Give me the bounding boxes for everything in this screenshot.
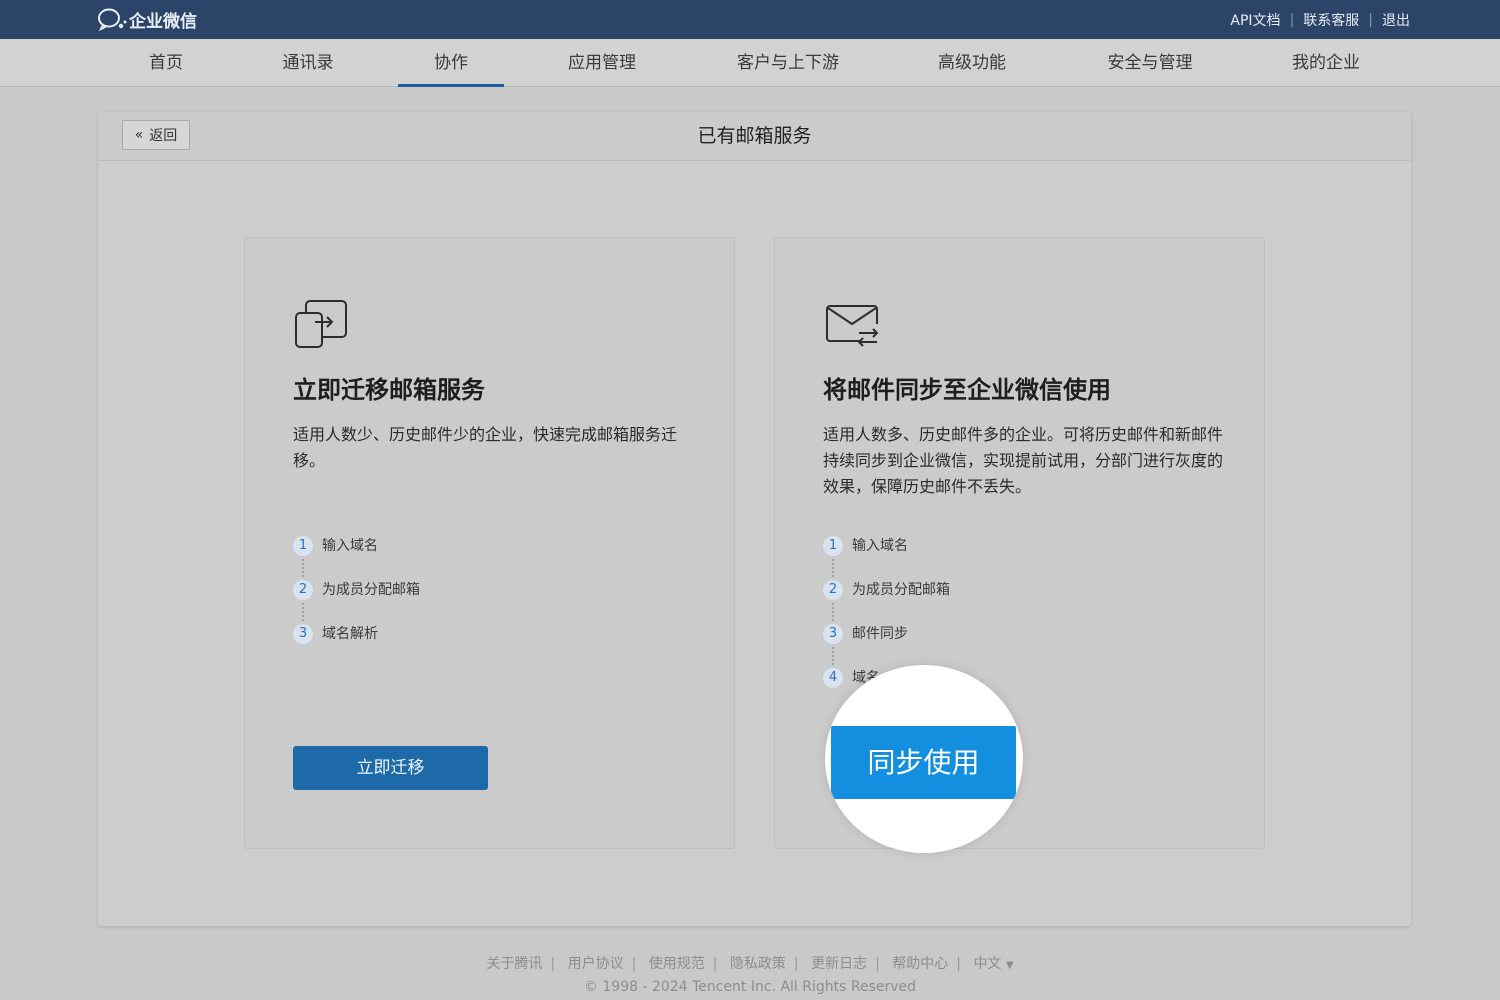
migrate-icon (295, 300, 347, 348)
double-chevron-left-icon: « (134, 127, 144, 143)
step-connector (302, 559, 304, 577)
divider: | (793, 956, 799, 972)
nav-item-advanced[interactable]: 高级功能 (926, 39, 1018, 87)
step-label: 输入域名 (852, 538, 908, 554)
step-number: 4 (823, 668, 843, 688)
step-number: 2 (293, 580, 313, 600)
footer-link-privacy[interactable]: 隐私政策 (730, 956, 786, 972)
card-description: 适用人数多、历史邮件多的企业。可将历史邮件和新邮件持续同步到企业微信，实现提前试… (823, 425, 1224, 496)
logout-link[interactable]: 退出 (1382, 10, 1410, 30)
step-number: 3 (823, 624, 843, 644)
card-title: 将邮件同步至企业微信使用 (823, 376, 1111, 404)
step-item: 2 为成员分配邮箱 (293, 580, 420, 624)
migrate-now-button[interactable]: 立即迁移 (293, 746, 488, 790)
step-number: 3 (293, 624, 313, 644)
language-label: 中文 (973, 956, 1002, 972)
nav-item-home[interactable]: 首页 (132, 39, 200, 87)
step-item: 1 输入域名 (823, 536, 950, 580)
step-connector (832, 603, 834, 621)
panel-header: 已有邮箱服务 « 返回 (98, 112, 1411, 161)
divider: | (1368, 11, 1373, 28)
top-bar: 企业微信 API文档 | 联系客服 | 退出 (0, 0, 1500, 39)
footer-link-about[interactable]: 关于腾讯 (486, 956, 542, 972)
nav-item-customers[interactable]: 客户与上下游 (724, 39, 852, 87)
card-title: 立即迁移邮箱服务 (293, 376, 485, 404)
content-panel: 已有邮箱服务 « 返回 立即迁移邮箱服务 适用人数少、历史邮件少的企业，快速完成… (98, 112, 1411, 926)
footer-link-usage-rules[interactable]: 使用规范 (649, 956, 705, 972)
nav-item-security[interactable]: 安全与管理 (1094, 39, 1206, 87)
mail-sync-icon (826, 305, 879, 347)
step-connector (832, 559, 834, 577)
language-select[interactable]: 中文 ▼ (973, 956, 1013, 972)
step-item: 3 邮件同步 (823, 624, 950, 668)
card-description: 适用人数少、历史邮件少的企业，快速完成邮箱服务迁移。 (293, 425, 678, 470)
step-connector (832, 647, 834, 665)
divider: | (875, 956, 880, 972)
step-item: 2 为成员分配邮箱 (823, 580, 950, 624)
wecom-logo-icon (98, 8, 127, 31)
caret-down-icon: ▼ (1005, 960, 1014, 971)
step-connector (302, 603, 304, 621)
header-links: API文档 | 联系客服 | 退出 (1230, 0, 1410, 39)
divider: | (631, 956, 637, 972)
footer-link-changelog[interactable]: 更新日志 (811, 956, 867, 972)
step-number: 1 (823, 536, 843, 556)
step-number: 2 (823, 580, 843, 600)
brand-logo[interactable]: 企业微信 (97, 7, 197, 32)
highlight-spotlight: 同步使用 (825, 665, 1023, 853)
footer-links: 关于腾讯 | 用户协议 | 使用规范 | 隐私政策 | 更新日志 | 帮助中心 | 中文 ▼ (0, 953, 1500, 973)
copyright: © 1998 - 2024 Tencent Inc. All Rights Re… (583, 979, 917, 995)
migrate-card: 立即迁移邮箱服务 适用人数少、历史邮件少的企业，快速完成邮箱服务迁移。 1 输入… (244, 237, 735, 849)
main-nav: 首页 通讯录 协作 应用管理 客户与上下游 高级功能 安全与管理 我的企业 (0, 39, 1500, 87)
sync-use-button[interactable]: 同步使用 (831, 726, 1016, 799)
nav-item-my-company[interactable]: 我的企业 (1280, 39, 1372, 87)
nav-item-app-management[interactable]: 应用管理 (556, 39, 648, 87)
nav-item-collaboration[interactable]: 协作 (398, 39, 504, 87)
divider: | (1289, 11, 1295, 28)
brand-name: 企业微信 (129, 11, 197, 32)
contact-support-link[interactable]: 联系客服 (1303, 10, 1359, 30)
divider: | (550, 956, 556, 972)
footer-link-help[interactable]: 帮助中心 (892, 956, 948, 972)
step-number: 1 (293, 536, 313, 556)
divider: | (956, 956, 961, 972)
step-label: 为成员分配邮箱 (852, 582, 950, 598)
footer-link-user-agreement[interactable]: 用户协议 (568, 956, 624, 972)
divider: | (712, 956, 718, 972)
api-docs-link[interactable]: API文档 (1230, 10, 1280, 30)
back-label: 返回 (149, 128, 178, 144)
step-list: 1 输入域名 2 为成员分配邮箱 3 域名解析 (293, 536, 420, 668)
step-item: 3 域名解析 (293, 624, 420, 668)
page-title: 已有邮箱服务 (697, 125, 812, 147)
step-label: 为成员分配邮箱 (322, 582, 420, 598)
step-label: 输入域名 (322, 538, 378, 554)
nav-item-contacts[interactable]: 通讯录 (270, 39, 346, 87)
step-label: 邮件同步 (852, 626, 908, 642)
back-button[interactable]: « 返回 (122, 120, 190, 150)
step-item: 1 输入域名 (293, 536, 420, 580)
step-label: 域名解析 (322, 626, 378, 642)
